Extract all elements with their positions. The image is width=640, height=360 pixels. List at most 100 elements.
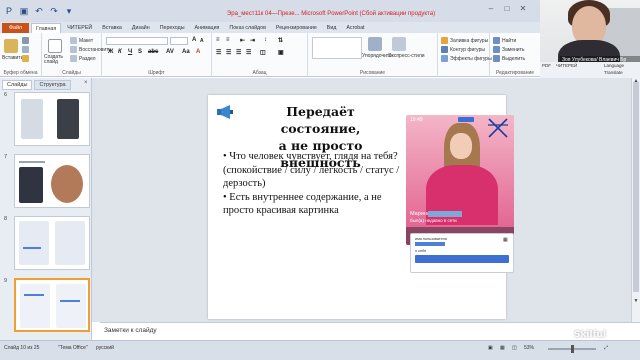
tab-animations[interactable]: Анимация	[191, 23, 224, 33]
scroll-down-icon[interactable]: ▼	[632, 298, 640, 304]
arrange-icon[interactable]	[368, 37, 382, 51]
section-button[interactable]: Раздел	[70, 55, 96, 62]
redo-icon[interactable]: ↷	[49, 6, 59, 16]
vertical-scrollbar[interactable]: ▲ ▼	[631, 78, 640, 322]
font-size-combo[interactable]	[170, 37, 188, 45]
new-slide-button[interactable]: Создать слайд	[44, 55, 68, 65]
slide-thumbnail-row[interactable]: 6	[4, 92, 90, 146]
text-direction-button[interactable]: ⇅	[278, 37, 283, 44]
save-icon[interactable]: ▣	[19, 6, 29, 16]
quick-styles-icon[interactable]	[392, 37, 406, 51]
bullets-button[interactable]: ≡	[216, 37, 220, 43]
tab-transitions[interactable]: Переходы	[156, 23, 189, 33]
select-button[interactable]: Выделить	[493, 55, 525, 62]
tab-slides[interactable]: Слайды	[2, 80, 33, 90]
quick-styles-button[interactable]: Экспресс-стили	[388, 53, 425, 59]
current-slide[interactable]: Передаёт состояние, а не просто внешност…	[208, 95, 514, 319]
italic-button[interactable]: К	[118, 49, 122, 55]
thumb-image	[56, 284, 86, 328]
zoom-level[interactable]: 53%	[524, 345, 534, 351]
language-indicator[interactable]: русский	[96, 345, 114, 351]
tab-review[interactable]: Рецензирование	[272, 23, 321, 33]
replace-button[interactable]: Заменить	[493, 46, 524, 53]
group-label-drawing: Рисование	[359, 70, 386, 76]
columns-button[interactable]: ◫	[260, 49, 266, 56]
strikethrough-button[interactable]: abc	[148, 49, 158, 55]
align-center-button[interactable]: ☰	[226, 49, 231, 56]
numbering-button[interactable]: ≡	[226, 37, 230, 43]
card-field	[415, 255, 509, 263]
copy-icon	[22, 46, 29, 53]
tab-insert[interactable]: Вставка	[98, 23, 126, 33]
slide-thumbnail-row[interactable]: 7	[4, 154, 90, 208]
zoom-slider-handle[interactable]	[571, 345, 574, 353]
close-icon[interactable]: ✕	[518, 4, 528, 13]
zoom-slider[interactable]	[548, 345, 596, 353]
cut-button[interactable]	[22, 37, 29, 44]
undo-icon[interactable]: ↶	[34, 6, 44, 16]
customize-icon[interactable]: ▾	[64, 6, 74, 16]
slide-number: 7	[4, 154, 8, 160]
maximize-icon[interactable]: □	[502, 4, 512, 13]
align-right-button[interactable]: ☰	[236, 49, 241, 56]
tab-outline[interactable]: Структура	[34, 80, 71, 90]
decrease-indent-button[interactable]: ⇤	[240, 37, 245, 44]
increase-indent-button[interactable]: ⇥	[250, 37, 255, 44]
card-label: о себе	[415, 249, 427, 253]
shape-outline-button[interactable]: Контур фигуры	[441, 46, 485, 53]
slide-editor[interactable]: Передаёт состояние, а не просто внешност…	[92, 78, 631, 322]
grow-font-icon[interactable]: A	[192, 37, 196, 43]
find-button[interactable]: Найти	[493, 37, 516, 44]
line-spacing-button[interactable]: ↕	[264, 37, 267, 43]
app-icon[interactable]: P	[4, 6, 14, 16]
shadow-button[interactable]: S	[138, 49, 142, 55]
tab-home[interactable]: Главная	[31, 22, 62, 33]
slide-thumbnail-selected[interactable]	[14, 278, 90, 332]
window-controls: – □ ✕	[486, 4, 528, 13]
tab-design[interactable]: Дизайн	[128, 23, 154, 33]
slide-thumbnail-row[interactable]: 9	[4, 278, 90, 332]
smartart-button[interactable]: ▣	[278, 49, 284, 56]
slide-thumbnail[interactable]	[14, 92, 90, 146]
group-label-paragraph: Абзац	[252, 70, 267, 76]
translate-button[interactable]: Translate	[604, 70, 623, 75]
reading-view-icon[interactable]: ◫	[512, 345, 517, 351]
tab-acrobat[interactable]: Acrobat	[342, 23, 368, 33]
align-left-button[interactable]: ☰	[216, 49, 221, 56]
slide-counter: Слайд 10 из 25	[4, 345, 40, 351]
shape-effects-button[interactable]: Эффекты фигуры	[441, 55, 492, 62]
shrink-font-icon[interactable]: A	[200, 38, 204, 44]
shapes-gallery[interactable]	[312, 37, 362, 59]
tab-file[interactable]: Файл	[2, 22, 30, 33]
bold-button[interactable]: Ж	[108, 49, 113, 55]
minimize-icon[interactable]: –	[486, 4, 496, 13]
format-painter-button[interactable]	[22, 55, 29, 62]
layout-button[interactable]: Макет	[70, 37, 93, 44]
tab-custom[interactable]: ЧИТЕРЕЙ	[63, 23, 96, 33]
underline-button[interactable]: Ч	[128, 49, 132, 55]
tab-view[interactable]: Вид	[323, 23, 341, 33]
panel-tabs: Слайды Структура	[2, 80, 71, 90]
notes-placeholder: Заметки к слайду	[104, 327, 157, 334]
sorter-view-icon[interactable]: ▦	[500, 345, 505, 351]
font-color-button[interactable]: A	[196, 49, 200, 55]
font-family-combo[interactable]	[106, 37, 168, 45]
fit-slide-icon[interactable]: ⤢	[604, 345, 608, 351]
megaphone-icon	[217, 105, 233, 119]
change-case-button[interactable]: Aa	[182, 49, 190, 55]
slide-thumbnail[interactable]	[14, 154, 90, 208]
normal-view-icon[interactable]: ▣	[488, 345, 493, 351]
shape-fill-button[interactable]: Заливка фигуры	[441, 37, 488, 44]
paste-button[interactable]: Вставить	[2, 55, 23, 61]
scroll-thumb[interactable]	[633, 82, 639, 292]
justify-button[interactable]: ☰	[246, 49, 251, 56]
paste-icon[interactable]	[4, 39, 18, 53]
spacing-button[interactable]: AV	[166, 49, 174, 55]
tab-slideshow[interactable]: Показ слайдов	[225, 23, 269, 33]
copy-button[interactable]	[22, 46, 29, 53]
new-slide-icon[interactable]	[48, 39, 62, 53]
slide-thumbnail[interactable]	[14, 216, 90, 270]
panel-close-icon[interactable]: ×	[84, 80, 88, 86]
group-label-slides: Слайды	[62, 70, 81, 76]
slide-thumbnail-row[interactable]: 8	[4, 216, 90, 270]
